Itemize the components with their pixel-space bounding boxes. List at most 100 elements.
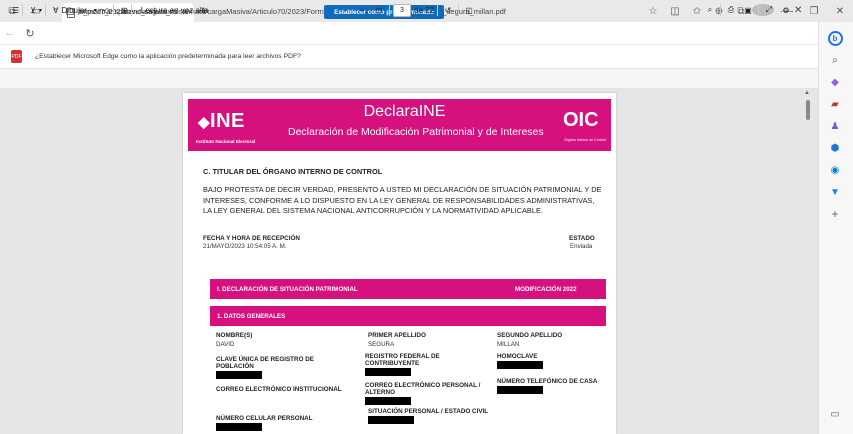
back-button[interactable]: ← (0, 27, 20, 39)
field-label: HOMOCLAVE (497, 353, 538, 360)
drop-icon[interactable]: ▼ (827, 184, 843, 200)
two-page-icon[interactable]: ◫ (462, 6, 476, 15)
oic-subtitle: Órgano Interno de Control (564, 138, 606, 142)
infobar-close-icon[interactable]: ✕ (794, 5, 802, 16)
scroll-up-arrow[interactable]: ▲ (804, 90, 810, 96)
redaction-block (216, 423, 262, 431)
section-bar-badge: MODIFICACIÓN 2022 (515, 285, 577, 293)
infobar-message: ¿Establecer Microsoft Edge como la aplic… (35, 53, 301, 60)
hide-sidebar-icon[interactable]: ▭ (827, 406, 843, 422)
draw-icon[interactable]: ∀ (53, 6, 58, 15)
divider (113, 4, 115, 16)
field-value: MILLAN (497, 341, 520, 348)
field-celular: NÚMERO CELULAR PERSONAL (216, 415, 313, 431)
field-label: CORREO ELECTRÓNICO INSTITUCIONAL (216, 386, 342, 393)
divider (389, 4, 390, 16)
field-value: SEGURA (368, 341, 395, 348)
redaction-block (365, 397, 411, 405)
refresh-button[interactable]: ↻ (20, 27, 40, 40)
search-icon[interactable]: ⌕ (703, 5, 717, 15)
default-pdf-infobar: PDF ¿Establecer Microsoft Edge como la a… (0, 44, 818, 68)
zoom-in-icon[interactable]: + (355, 6, 369, 15)
redaction-block (365, 368, 411, 376)
close-window-button[interactable]: ✕ (827, 0, 853, 22)
field-label: PRIMER APELLIDO (368, 332, 426, 339)
field-label: NÚMERO TELEFÓNICO DE CASA (497, 378, 598, 385)
field-label: CORREO ELECTRÓNICO PERSONAL / (365, 382, 481, 389)
redaction-block (497, 361, 543, 369)
page-total: de 22 (414, 5, 435, 15)
document-header: ◆INE Instituto Nacional Electoral Declar… (188, 99, 611, 151)
shopping-tag-icon[interactable]: ◆ (827, 74, 843, 90)
chevron-down-icon[interactable]: ▾ (94, 7, 97, 14)
divider (437, 4, 439, 16)
field-nombre: NOMBRE(S) DAVID (216, 332, 252, 348)
pdf-icon: PDF (11, 50, 22, 63)
declaration-statement: BAJO PROTESTA DE DECIR VERDAD, PRESENTO … (203, 185, 602, 215)
split-screen-icon[interactable]: ◫ (664, 6, 686, 17)
pdf-toolbar-right: ⌕ ⎙ ▣ ⤢ ⚙ (703, 3, 793, 17)
section-bar-datos-generales: 1. DATOS GENERALES (210, 306, 606, 326)
field-label: SEGUNDO APELLIDO (497, 332, 563, 339)
field-primer-apellido: PRIMER APELLIDO SEGURA (368, 332, 426, 348)
scrollbar-thumb[interactable] (806, 100, 810, 120)
redaction-block (368, 416, 414, 424)
field-label: REGISTRO FEDERAL DE (365, 353, 440, 360)
restore-button[interactable]: ❐ (801, 0, 827, 22)
page-view-icon[interactable]: ⊞ (121, 6, 128, 15)
divider (458, 4, 460, 16)
section-heading: C. TITULAR DEL ÓRGANO INTERNO DE CONTROL (203, 167, 383, 176)
microsoft-365-icon[interactable]: ⬢ (827, 140, 843, 156)
tools-briefcase-icon[interactable]: ▰ (827, 96, 843, 112)
section-bar-title: I. DECLARACIÓN DE SITUACIÓN PATRIMONIAL (217, 285, 358, 293)
field-label: SITUACIÓN PERSONAL / ESTADO CIVIL (368, 408, 489, 415)
document-title: Declaración de Modificación Patrimonial … (288, 126, 544, 138)
estado-label: ESTADO (569, 235, 595, 242)
field-label: CLAVE ÚNICA DE REGISTRO DE (216, 356, 314, 363)
pdf-page: ◆INE Instituto Nacional Electoral Declar… (183, 93, 616, 434)
divider (720, 4, 721, 16)
field-label: POBLACIÓN (216, 363, 254, 370)
chevron-down-icon[interactable]: ▾ (39, 7, 42, 14)
field-telefono-casa: NÚMERO TELEFÓNICO DE CASA (497, 378, 597, 394)
oic-logo: OIC (563, 109, 599, 131)
fit-page-icon[interactable]: ⊡ (372, 6, 386, 15)
sidebar-search-icon[interactable]: ⌕ (827, 52, 843, 68)
section-bar-title: 1. DATOS GENERALES (217, 312, 286, 320)
save-icon[interactable]: ▣ (741, 6, 755, 15)
zoom-out-icon[interactable]: − (338, 6, 352, 15)
pdf-toolbar-left: ☰ ⊻ ▾ ∀ Dibujar ▾ ◇ ⊞ Lectura en voz alt… (12, 3, 208, 17)
print-icon[interactable]: ⎙ (724, 5, 738, 15)
ine-subtitle: Instituto Nacional Electoral (196, 139, 256, 144)
field-correo-institucional: CORREO ELECTRÓNICO INSTITUCIONAL (216, 386, 342, 393)
fullscreen-icon[interactable]: ⤢ (762, 5, 776, 15)
field-correo-personal: CORREO ELECTRÓNICO PERSONAL / ALTERNO (365, 382, 480, 405)
rotate-icon[interactable]: ↺ (441, 6, 455, 15)
fecha-label: FECHA Y HORA DE RECEPCIÓN (203, 235, 300, 242)
eraser-icon[interactable]: ◇ (104, 6, 110, 15)
draw-label[interactable]: Dibujar (62, 6, 87, 15)
declaraine-brand: DeclaraINE (363, 103, 446, 120)
estado-value: Enviada (570, 243, 593, 250)
favorite-star-icon[interactable]: ☆ (642, 6, 664, 17)
field-segundo-apellido: SEGUNDO APELLIDO MILLAN (497, 332, 562, 348)
divider (45, 4, 47, 16)
field-homoclave: HOMOCLAVE (497, 353, 543, 369)
page-number-input[interactable]: 3 (393, 3, 411, 17)
address-bar: ← ↻ (0, 22, 853, 44)
field-label: ALTERNO (365, 389, 395, 396)
outlook-icon[interactable]: ◉ (827, 162, 843, 178)
read-aloud-label[interactable]: Lectura en voz alta (141, 6, 209, 15)
copilot-icon[interactable]: b (827, 30, 843, 46)
highlight-icon[interactable]: ⊻ (30, 6, 36, 15)
settings-gear-icon[interactable]: ⚙ (779, 6, 793, 15)
field-situacion-personal: SITUACIÓN PERSONAL / ESTADO CIVIL (368, 408, 488, 424)
field-rfc: REGISTRO FEDERAL DE CONTRIBUYENTE (365, 353, 440, 376)
divider (130, 4, 132, 16)
redaction-block (497, 386, 543, 394)
add-sidebar-app-icon[interactable]: + (827, 206, 843, 222)
contents-icon[interactable]: ☰ (12, 6, 19, 15)
divider (22, 4, 24, 16)
games-icon[interactable]: ♟ (827, 118, 843, 134)
pdf-toolbar (0, 68, 818, 89)
